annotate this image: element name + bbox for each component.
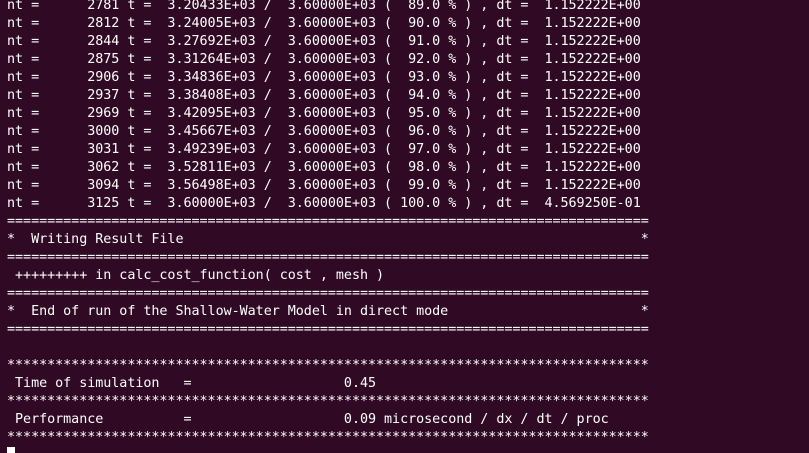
separator-line: ========================================… [7,214,649,229]
separator-line: ========================================… [7,286,649,301]
section-header-writing-result: * Writing Result File * [7,232,649,247]
terminal-output[interactable]: nt = 2781 t = 3.20433E+03 / 3.60000E+03 … [7,0,809,453]
progress-line: nt = 2969 t = 3.42095E+03 / 3.60000E+03 … [7,106,641,121]
progress-line: nt = 2844 t = 3.27692E+03 / 3.60000E+03 … [7,34,641,49]
progress-line: nt = 2812 t = 3.24005E+03 / 3.60000E+03 … [7,16,641,31]
progress-line: nt = 3031 t = 3.49239E+03 / 3.60000E+03 … [7,142,641,157]
progress-line: nt = 3062 t = 3.52811E+03 / 3.60000E+03 … [7,160,641,175]
asterisk-separator-line: ****************************************… [7,394,649,409]
progress-line: nt = 2937 t = 3.38408E+03 / 3.60000E+03 … [7,88,641,103]
separator-line: ========================================… [7,322,649,337]
progress-line: nt = 3094 t = 3.56498E+03 / 3.60000E+03 … [7,178,641,193]
progress-line: nt = 2875 t = 3.31264E+03 / 3.60000E+03 … [7,52,641,67]
progress-line: nt = 2906 t = 3.34836E+03 / 3.60000E+03 … [7,70,641,85]
separator-line: ========================================… [7,250,649,265]
progress-line: nt = 3125 t = 3.60000E+03 / 3.60000E+03 … [7,196,641,211]
section-header-end-of-run: * End of run of the Shallow-Water Model … [7,304,649,319]
performance-line: Performance = 0.09 microsecond / dx / dt… [7,412,609,427]
cost-function-line: +++++++++ in calc_cost_function( cost , … [7,268,385,283]
time-of-simulation-line: Time of simulation = 0.45 [7,376,377,391]
terminal-cursor [7,447,15,453]
asterisk-separator-line: ****************************************… [7,358,649,373]
progress-line: nt = 3000 t = 3.45667E+03 / 3.60000E+03 … [7,124,641,139]
progress-line: nt = 2781 t = 3.20433E+03 / 3.60000E+03 … [7,0,641,13]
asterisk-separator-line: ****************************************… [7,430,649,445]
